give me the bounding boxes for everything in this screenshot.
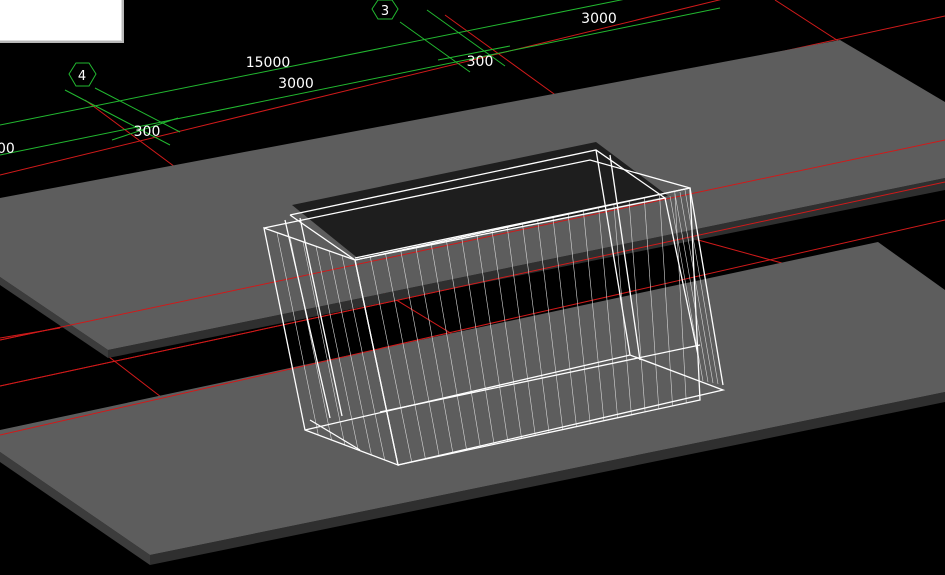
dimension-text: 00: [0, 141, 15, 157]
3d-model-viewport[interactable]: 3 4 3000 15000 3000 300 300 00: [0, 0, 945, 575]
scene-canvas[interactable]: 3 4 3000 15000 3000 300 300 00: [0, 0, 945, 575]
dimension-text: 300: [467, 54, 494, 70]
dimension-text: 3000: [581, 11, 617, 27]
dimension-text: 3000: [278, 76, 314, 92]
dimension-line: [399, 21, 471, 73]
dimension-text: 15000: [246, 55, 291, 71]
grid-bubble-label: 4: [78, 69, 86, 84]
properties-panel[interactable]: [0, 0, 124, 43]
dimension-text: 300: [134, 124, 161, 140]
grid-bubble-4[interactable]: 4: [68, 62, 97, 87]
grid-bubble-label: 3: [381, 4, 389, 19]
grid-bubble-3[interactable]: 3: [371, 0, 399, 20]
